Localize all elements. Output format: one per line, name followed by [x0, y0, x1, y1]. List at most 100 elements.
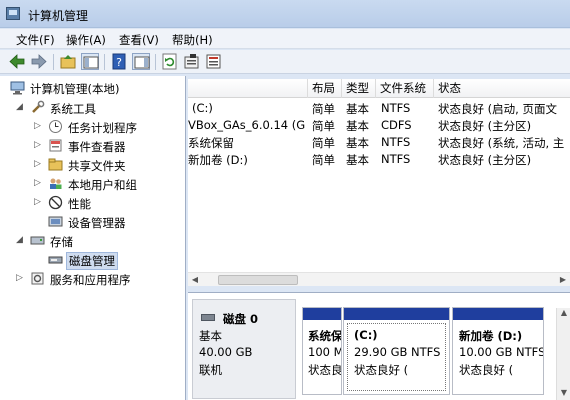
tree-label: 存储	[50, 235, 73, 249]
no-entry-performance-icon	[48, 195, 63, 210]
list-header: 布局 类型 文件系统 状态	[188, 79, 570, 98]
show-hide-action-pane-icon[interactable]	[132, 53, 150, 70]
column-header-filesystem[interactable]: 文件系统	[376, 79, 434, 98]
partition-name: 系统保	[308, 329, 342, 343]
forward-arrow-icon[interactable]	[30, 53, 48, 70]
tree-label: 性能	[68, 197, 91, 211]
disk-layout-pane: 磁盘 0 基本 40.00 GB 联机 系统保 100 M 状态良 (C:) 2…	[188, 292, 570, 400]
tree-label: 本地用户和组	[68, 178, 137, 192]
help-icon[interactable]: ?	[110, 53, 128, 70]
partition-size: 100 M	[308, 345, 342, 359]
partition-size: 10.00 GB NTFS	[459, 345, 544, 359]
menu-action[interactable]: 操作(A)	[66, 32, 106, 48]
disk-name: 磁盘 0	[223, 312, 259, 326]
partition-name: 新加卷 (D:)	[459, 329, 523, 343]
table-row[interactable]: 系统保留 简单 基本 NTFS 状态良好 (系统, 活动, 主	[188, 133, 570, 150]
storage-icon	[30, 233, 45, 248]
cell-filesystem: NTFS	[381, 135, 411, 149]
menu-file[interactable]: 文件(F)	[16, 32, 55, 48]
properties-icon[interactable]	[183, 53, 201, 70]
partition-band	[303, 308, 341, 320]
table-row[interactable]: (C:) 简单 基本 NTFS 状态良好 (启动, 页面文	[188, 99, 570, 116]
clock-icon	[48, 119, 63, 134]
partition-system-reserved[interactable]: 系统保 100 M 状态良	[302, 307, 342, 395]
table-row[interactable]: VBox_GAs_6.0.14 (G:) 简单 基本 CDFS 状态良好 (主分…	[188, 116, 570, 133]
tree-label: 事件查看器	[68, 140, 126, 154]
column-header-status[interactable]: 状态	[434, 79, 570, 98]
cell-type: 基本	[346, 153, 369, 167]
menu-help[interactable]: 帮助(H)	[172, 32, 213, 48]
expand-arrow-icon[interactable]: ▷	[34, 159, 43, 170]
cell-volume: (C:)	[192, 101, 213, 115]
scroll-left-icon[interactable]: ◀	[188, 273, 202, 286]
cell-status: 状态良好 (系统, 活动, 主	[438, 136, 565, 150]
partition-status: 状态良好 (	[354, 363, 409, 377]
title-bar: 计算机管理	[0, 0, 570, 28]
disk-info-panel[interactable]: 磁盘 0 基本 40.00 GB 联机	[192, 299, 296, 399]
disk-icon	[201, 314, 215, 321]
collapse-arrow-icon[interactable]: ◢	[16, 235, 25, 246]
tree-label: 共享文件夹	[68, 159, 126, 173]
tools-icon	[30, 100, 45, 115]
toolbar: ?	[0, 50, 570, 74]
partition-d[interactable]: 新加卷 (D:) 10.00 GB NTFS 状态良好 (	[452, 307, 544, 395]
up-folder-icon[interactable]	[59, 53, 77, 70]
cell-volume: 新加卷 (D:)	[188, 153, 248, 167]
event-log-icon	[48, 138, 63, 153]
horizontal-scrollbar[interactable]: ◀ ▶	[188, 272, 570, 286]
partition-status: 状态良好 (	[459, 363, 514, 377]
users-icon	[48, 176, 63, 191]
volume-list: 布局 类型 文件系统 状态 (C:) 简单 基本 NTFS 状态良好 (启动, …	[188, 79, 570, 286]
menu-bar: 文件(F) 操作(A) 查看(V) 帮助(H)	[0, 29, 570, 49]
toolbar-separator	[104, 54, 105, 70]
cell-type: 基本	[346, 102, 369, 116]
disk-state: 联机	[199, 363, 222, 377]
navigation-tree: 计算机管理(本地) ◢ 系统工具 ▷ 任务计划程序 ▷ 事件查看器 ▷ 共享文件…	[0, 76, 186, 400]
partition-band	[453, 308, 543, 320]
expand-arrow-icon[interactable]: ▷	[34, 121, 43, 132]
back-arrow-icon[interactable]	[8, 53, 26, 70]
expand-arrow-icon[interactable]: ▷	[34, 140, 43, 151]
disk-management-icon	[48, 252, 63, 267]
partition-c[interactable]: (C:) 29.90 GB NTFS 状态良好 (	[343, 307, 450, 395]
disk-size: 40.00 GB	[199, 345, 253, 359]
cell-filesystem: CDFS	[381, 118, 412, 132]
table-row[interactable]: 新加卷 (D:) 简单 基本 NTFS 状态良好 (主分区)	[188, 150, 570, 167]
show-hide-tree-icon[interactable]	[81, 53, 99, 70]
shared-folder-icon	[48, 157, 63, 172]
column-header-volume[interactable]	[188, 79, 308, 98]
column-header-type[interactable]: 类型	[342, 79, 376, 98]
export-list-icon[interactable]	[205, 53, 223, 70]
cell-layout: 简单	[312, 136, 335, 150]
cell-type: 基本	[346, 119, 369, 133]
expand-arrow-icon[interactable]: ▷	[16, 273, 25, 284]
vertical-scrollbar[interactable]: ▲ ▼	[556, 308, 570, 400]
tree-label: 任务计划程序	[68, 121, 137, 135]
disk-type: 基本	[199, 329, 222, 343]
tree-label: 系统工具	[50, 102, 96, 116]
partition-status: 状态良	[308, 363, 342, 377]
refresh-icon[interactable]	[161, 53, 179, 70]
scroll-down-icon[interactable]: ▼	[557, 388, 570, 400]
cell-volume: VBox_GAs_6.0.14 (G:)	[188, 118, 306, 132]
services-icon	[30, 271, 45, 286]
scrollbar-thumb[interactable]	[218, 275, 298, 285]
menu-view[interactable]: 查看(V)	[119, 32, 159, 48]
device-manager-icon	[48, 214, 63, 229]
column-header-layout[interactable]: 布局	[308, 79, 342, 98]
tree-label: 设备管理器	[68, 216, 126, 230]
scroll-up-icon[interactable]: ▲	[557, 308, 570, 320]
cell-type: 基本	[346, 136, 369, 150]
cell-layout: 简单	[312, 119, 335, 133]
svg-text:?: ?	[116, 56, 122, 69]
partition-size: 29.90 GB NTFS	[354, 345, 441, 359]
toolbar-separator	[155, 54, 156, 70]
expand-arrow-icon[interactable]: ▷	[34, 197, 43, 208]
expand-arrow-icon[interactable]: ▷	[34, 178, 43, 189]
partition-name: (C:)	[354, 328, 378, 342]
tree-label: 计算机管理(本地)	[30, 82, 120, 96]
scroll-right-icon[interactable]: ▶	[556, 273, 570, 286]
window-title: 计算机管理	[28, 9, 89, 23]
tree-label: 磁盘管理	[66, 252, 118, 270]
collapse-arrow-icon[interactable]: ◢	[16, 102, 25, 113]
